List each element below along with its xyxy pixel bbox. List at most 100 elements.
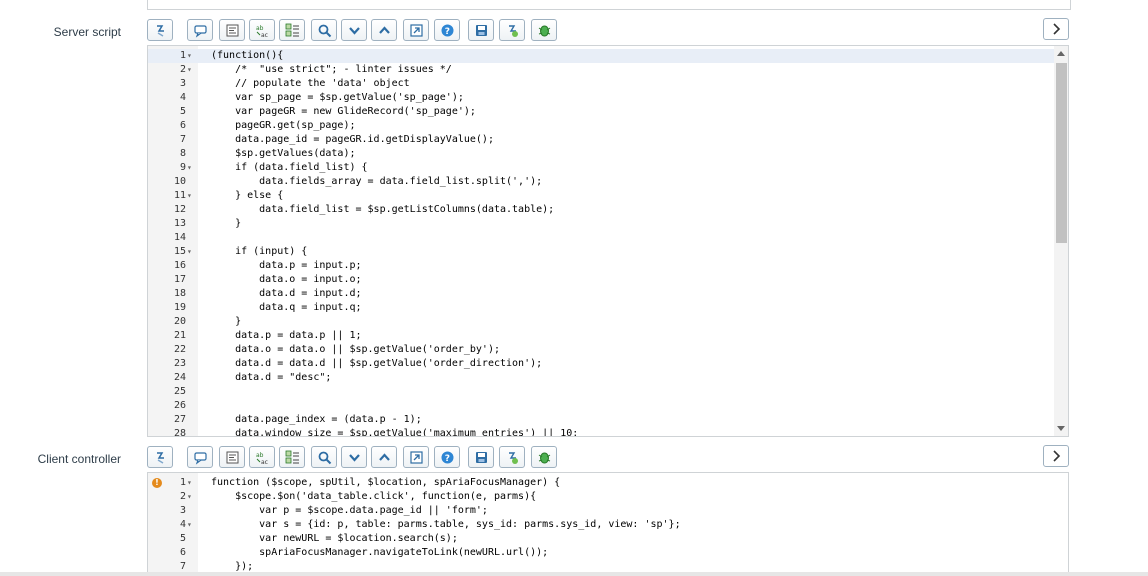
code-text[interactable]: var s = {id: p, table: parms.table, sys_… xyxy=(211,518,680,532)
code-text[interactable]: } xyxy=(211,217,241,231)
code-text[interactable]: spAriaFocusManager.navigateToLink(newURL… xyxy=(211,546,548,560)
code-line[interactable]: 3 var p = $scope.data.page_id || 'form'; xyxy=(148,504,1054,518)
code-line[interactable]: 6 pageGR.get(sp_page); xyxy=(148,119,1054,133)
save-button[interactable] xyxy=(468,446,494,468)
code-text[interactable]: } xyxy=(211,315,241,329)
code-text[interactable]: // populate the 'data' object xyxy=(211,77,410,91)
script-debugger-button[interactable] xyxy=(499,446,525,468)
code-text[interactable]: } else { xyxy=(211,189,283,203)
code-text[interactable]: data.field_list = $sp.getListColumns(dat… xyxy=(211,203,554,217)
code-line[interactable]: 2 ▾ $scope.$on('data_table.click', functi… xyxy=(148,490,1054,504)
code-text[interactable]: function ($scope, spUtil, $location, spA… xyxy=(211,476,560,490)
find-previous-button[interactable] xyxy=(371,19,397,41)
code-line[interactable]: 26 xyxy=(148,399,1054,413)
code-text[interactable]: $sp.getValues(data); xyxy=(211,147,355,161)
find-next-button[interactable] xyxy=(341,19,367,41)
code-text[interactable]: data.d = "desc"; xyxy=(211,371,331,385)
code-text[interactable]: pageGR.get(sp_page); xyxy=(211,119,355,133)
fold-toggle-icon[interactable]: ▾ xyxy=(187,189,195,203)
fold-toggle-icon[interactable]: ▾ xyxy=(187,161,195,175)
code-text[interactable]: data.d = data.d || $sp.getValue('order_d… xyxy=(211,357,542,371)
code-line[interactable]: 28 data.window_size = $sp.getValue('maxi… xyxy=(148,427,1054,436)
code-text[interactable]: (function(){ xyxy=(211,49,283,63)
fullscreen-button[interactable] xyxy=(403,446,429,468)
format-code-button[interactable] xyxy=(219,19,245,41)
code-text[interactable]: data.page_index = (data.p - 1); xyxy=(211,413,422,427)
code-line[interactable]: 25 xyxy=(148,385,1054,399)
code-line[interactable]: 24 data.d = "desc"; xyxy=(148,371,1054,385)
code-line[interactable]: 6 spAriaFocusManager.navigateToLink(newU… xyxy=(148,546,1054,560)
replace-all-button[interactable] xyxy=(279,19,305,41)
code-text[interactable]: data.fields_array = data.field_list.spli… xyxy=(211,175,542,189)
code-line[interactable]: 18 data.d = input.d; xyxy=(148,287,1054,301)
code-text[interactable]: if (data.field_list) { xyxy=(211,161,367,175)
server-script-editor[interactable]: 1 ▾ (function(){2 ▾ /* "use strict"; - lint… xyxy=(147,45,1069,437)
replace-all-button[interactable] xyxy=(279,446,305,468)
scroll-down-arrow-icon[interactable] xyxy=(1057,426,1065,431)
code-line[interactable]: 13 } xyxy=(148,217,1054,231)
code-text[interactable]: var sp_page = $sp.getValue('sp_page'); xyxy=(211,91,464,105)
comment-button[interactable] xyxy=(187,446,213,468)
replace-button[interactable]: ab ac xyxy=(249,446,275,468)
toggle-syntax-button[interactable] xyxy=(147,19,173,41)
code-line[interactable]: 5 var pageGR = new GlideRecord('sp_page'… xyxy=(148,105,1054,119)
code-line[interactable]: 8 $sp.getValues(data); xyxy=(148,147,1054,161)
code-text[interactable]: var pageGR = new GlideRecord('sp_page'); xyxy=(211,105,476,119)
debug-button[interactable] xyxy=(531,446,557,468)
find-next-button[interactable] xyxy=(341,446,367,468)
find-previous-button[interactable] xyxy=(371,446,397,468)
search-button[interactable] xyxy=(311,446,337,468)
code-line[interactable]: 20 } xyxy=(148,315,1054,329)
scrollbar-thumb[interactable] xyxy=(1056,63,1067,243)
code-line[interactable]: 19 data.q = input.q; xyxy=(148,301,1054,315)
code-text[interactable]: data.p = data.p || 1; xyxy=(211,329,361,343)
code-text[interactable]: /* "use strict"; - linter issues */ xyxy=(211,63,452,77)
code-line[interactable]: 2 ▾ /* "use strict"; - linter issues */ xyxy=(148,63,1054,77)
code-line[interactable]: 10 data.fields_array = data.field_list.s… xyxy=(148,175,1054,189)
help-button[interactable]: ? xyxy=(434,19,460,41)
client-controller-editor[interactable]: ! 1 ▾ function ($scope, spUtil, $location,… xyxy=(147,472,1069,576)
toggle-syntax-button[interactable] xyxy=(147,446,173,468)
code-text[interactable]: data.page_id = pageGR.id.getDisplayValue… xyxy=(211,133,494,147)
code-line[interactable]: 14 xyxy=(148,231,1054,245)
code-line[interactable]: 1 ▾ (function(){ xyxy=(148,49,1054,63)
code-line[interactable]: 11 ▾ } else { xyxy=(148,189,1054,203)
code-line[interactable]: 3 // populate the 'data' object xyxy=(148,77,1054,91)
fold-toggle-icon[interactable]: ▾ xyxy=(187,245,195,259)
fold-toggle-icon[interactable]: ▾ xyxy=(187,490,195,504)
format-code-button[interactable] xyxy=(219,446,245,468)
scroll-up-arrow-icon[interactable] xyxy=(1057,51,1065,56)
code-line[interactable]: 22 data.o = data.o || $sp.getValue('orde… xyxy=(148,343,1054,357)
code-text[interactable]: if (input) { xyxy=(211,245,307,259)
code-line[interactable]: 4 ▾ var s = {id: p, table: parms.table, s… xyxy=(148,518,1054,532)
code-line[interactable]: 9 ▾ if (data.field_list) { xyxy=(148,161,1054,175)
code-text[interactable]: data.q = input.q; xyxy=(211,301,361,315)
comment-button[interactable] xyxy=(187,19,213,41)
search-button[interactable] xyxy=(311,19,337,41)
code-line[interactable]: 12 data.field_list = $sp.getListColumns(… xyxy=(148,203,1054,217)
expand-client-controller-button[interactable] xyxy=(1043,445,1069,467)
code-line[interactable]: 17 data.o = input.o; xyxy=(148,273,1054,287)
code-line[interactable]: 15 ▾ if (input) { xyxy=(148,245,1054,259)
fold-toggle-icon[interactable]: ▾ xyxy=(187,49,195,63)
code-line[interactable]: 27 data.page_index = (data.p - 1); xyxy=(148,413,1054,427)
code-text[interactable]: data.p = input.p; xyxy=(211,259,361,273)
code-line[interactable]: 23 data.d = data.d || $sp.getValue('orde… xyxy=(148,357,1054,371)
script-debugger-button[interactable] xyxy=(499,19,525,41)
code-text[interactable]: data.d = input.d; xyxy=(211,287,361,301)
help-button[interactable]: ? xyxy=(434,446,460,468)
editor-scrollbar[interactable] xyxy=(1054,46,1068,436)
debug-button[interactable] xyxy=(531,19,557,41)
code-text[interactable]: data.o = data.o || $sp.getValue('order_b… xyxy=(211,343,500,357)
fold-toggle-icon[interactable]: ▾ xyxy=(187,518,195,532)
code-line[interactable]: 21 data.p = data.p || 1; xyxy=(148,329,1054,343)
replace-button[interactable]: ab ac xyxy=(249,19,275,41)
fold-toggle-icon[interactable]: ▾ xyxy=(187,476,195,490)
code-line[interactable]: 4 var sp_page = $sp.getValue('sp_page'); xyxy=(148,91,1054,105)
code-text[interactable]: data.window_size = $sp.getValue('maximum… xyxy=(211,427,578,436)
save-button[interactable] xyxy=(468,19,494,41)
code-text[interactable]: var newURL = $location.search(s); xyxy=(211,532,458,546)
code-line[interactable]: 16 data.p = input.p; xyxy=(148,259,1054,273)
code-text[interactable]: data.o = input.o; xyxy=(211,273,361,287)
fold-toggle-icon[interactable]: ▾ xyxy=(187,63,195,77)
